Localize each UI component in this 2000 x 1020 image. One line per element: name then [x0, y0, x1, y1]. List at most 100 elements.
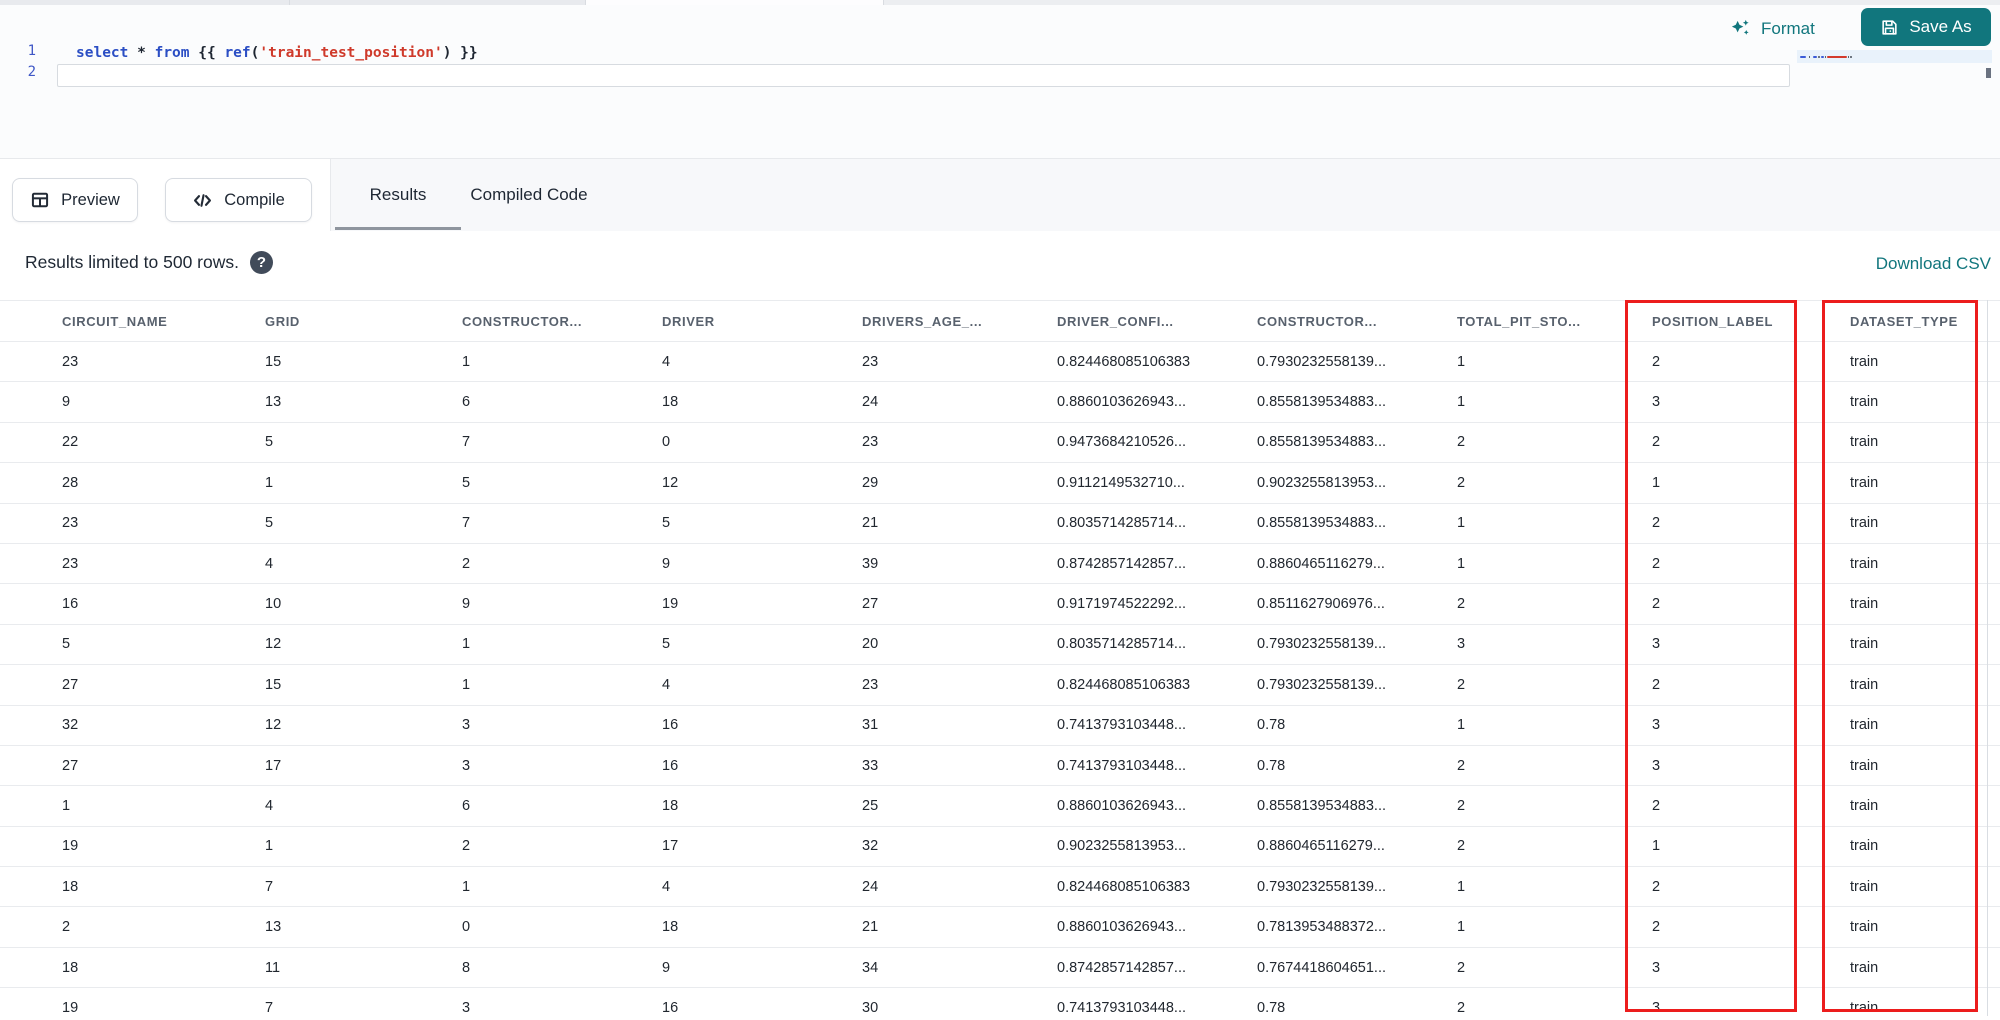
code-token-plain: {{ [189, 45, 225, 61]
format-button[interactable]: Format [1729, 14, 1815, 44]
results-limit-text: Results limited to 500 rows. ? [25, 251, 273, 274]
table-cell: 0.7930232558139... [1257, 636, 1387, 653]
table-row: 19 1 2 17 32 0.9023255813953... 0.886046511627… [0, 826, 2000, 868]
table-cell: 18 [62, 878, 79, 895]
table-cell: 0.7930232558139... [1257, 676, 1387, 693]
table-cell: 2 [1652, 919, 1661, 936]
minimap-code-segment [1848, 55, 1849, 58]
table-row: 22 5 7 0 23 0.9473684210526... 0.8558139534883… [0, 422, 2000, 464]
minimap-code-segment [1807, 56, 1808, 58]
table-row: 18 7 1 4 24 0.824468085106383 0.7930232558139.… [0, 867, 2000, 908]
table-cell: 2 [1457, 757, 1466, 774]
table-cell: 32 [62, 717, 79, 734]
table-cell: 2 [1652, 353, 1661, 370]
code-token-keyword: from [154, 45, 190, 61]
table-cell: 4 [662, 676, 671, 693]
table-cell: 0 [462, 919, 471, 936]
table-row: 27 15 1 4 23 0.824468085106383 0.7930232558139… [0, 665, 2000, 706]
download-csv-link[interactable]: Download CSV [1876, 254, 1991, 274]
table-cell: train [1850, 434, 1879, 451]
compile-button-label: Compile [224, 190, 285, 209]
table-cell: 2 [462, 555, 471, 572]
editor-active-line[interactable] [57, 64, 1790, 87]
editor-minimap[interactable] [1797, 50, 1992, 63]
table-cell: 34 [862, 959, 879, 976]
table-cell: 1 [1457, 515, 1466, 532]
table-cell: 27 [62, 676, 79, 693]
table-cell: train [1850, 797, 1879, 814]
table-cell: 23 [862, 353, 879, 370]
table-cell: 1 [462, 878, 471, 895]
table-cell: 7 [265, 878, 274, 895]
table-cell: train [1850, 676, 1879, 693]
line-number-2: 2 [27, 64, 36, 80]
code-token-keyword: select [76, 45, 129, 61]
table-cell: 2 [1652, 434, 1661, 451]
table-cell: 3 [462, 757, 471, 774]
table-cell: 4 [265, 555, 274, 572]
table-cell: 19 [662, 596, 679, 613]
table-cell: 1 [265, 838, 274, 855]
table-cell: 3 [1652, 394, 1661, 411]
table-cell: 1 [62, 797, 71, 814]
table-cell: train [1850, 999, 1879, 1016]
table-cell: 1 [1457, 353, 1466, 370]
table-grid-icon [30, 190, 50, 210]
table-cell: 21 [862, 515, 879, 532]
tab-compiled-code-label: Compiled Code [470, 184, 588, 204]
table-cell: 0.7930232558139... [1257, 878, 1387, 895]
table-row: 16 10 9 19 27 0.9171974522292... 0.85116279069… [0, 584, 2000, 625]
compile-button[interactable]: Compile [165, 178, 312, 222]
help-icon[interactable]: ? [249, 251, 273, 274]
table-cell: train [1850, 474, 1879, 491]
table-cell: 0.78 [1257, 757, 1286, 774]
table-row: 18 11 8 9 34 0.8742857142857... 0.767441860465… [0, 947, 2000, 989]
table-cell: 18 [662, 797, 679, 814]
tab-compiled-code[interactable]: Compiled Code [466, 159, 592, 230]
table-cell: 0.7413793103448... [1057, 717, 1187, 734]
table-cell: 2 [1652, 676, 1661, 693]
table-cell: 23 [862, 434, 879, 451]
sql-editor[interactable]: 1 2 select * from {{ ref('train_test_pos… [0, 5, 2000, 158]
save-as-button-label: Save As [1909, 17, 1972, 36]
minimap-code-segment [1800, 55, 1806, 58]
table-row: 32 12 3 16 31 0.7413793103448... 0.78 1 3 train [0, 705, 2000, 746]
table-row: 5 12 1 5 20 0.8035714285714... 0.7930232558139… [0, 624, 2000, 666]
save-as-button[interactable]: Save As [1861, 8, 1991, 46]
table-cell: 31 [862, 717, 879, 734]
table-cell: 6 [462, 394, 471, 411]
table-cell: 1 [1457, 394, 1466, 411]
table-cell: 0.9023255813953... [1257, 474, 1387, 491]
tab-results[interactable]: Results [335, 159, 461, 230]
table-cell: 1 [265, 474, 274, 491]
table-cell: 27 [862, 596, 879, 613]
table-cell: 10 [265, 596, 282, 613]
table-cell: 0.8860103626943... [1057, 919, 1187, 936]
table-cell: train [1850, 717, 1879, 734]
table-cell: 5 [62, 636, 71, 653]
table-row: 19 7 3 16 30 0.7413793103448... 0.78 2 3 train [0, 988, 2000, 1020]
table-cell: 6 [462, 797, 471, 814]
table-cell: train [1850, 353, 1879, 370]
table-cell: 0.8558139534883... [1257, 515, 1387, 532]
table-cell: 12 [265, 636, 282, 653]
table-cell: 4 [662, 353, 671, 370]
table-cell: 7 [462, 515, 471, 532]
minimap-scroll-handle[interactable] [1986, 68, 1991, 78]
preview-button[interactable]: Preview [12, 178, 138, 222]
table-cell: 0.8860103626943... [1057, 797, 1187, 814]
table-cell: 21 [862, 919, 879, 936]
table-row: 28 1 5 12 29 0.9112149532710... 0.902325581395… [0, 463, 2000, 504]
table-cell: 0 [662, 434, 671, 451]
table-cell: 12 [662, 474, 679, 491]
table-cell: 3 [462, 717, 471, 734]
code-line[interactable]: select * from {{ ref('train_test_positio… [76, 43, 478, 63]
minimap-code-segment [1811, 56, 1812, 58]
table-right-edge [1987, 300, 1988, 1016]
table-cell: 2 [1457, 474, 1466, 491]
table-cell: 2 [1652, 878, 1661, 895]
table-cell: 1 [462, 676, 471, 693]
table-cell: 8 [462, 959, 471, 976]
table-cell: 5 [462, 474, 471, 491]
table-cell: 2 [1457, 676, 1466, 693]
